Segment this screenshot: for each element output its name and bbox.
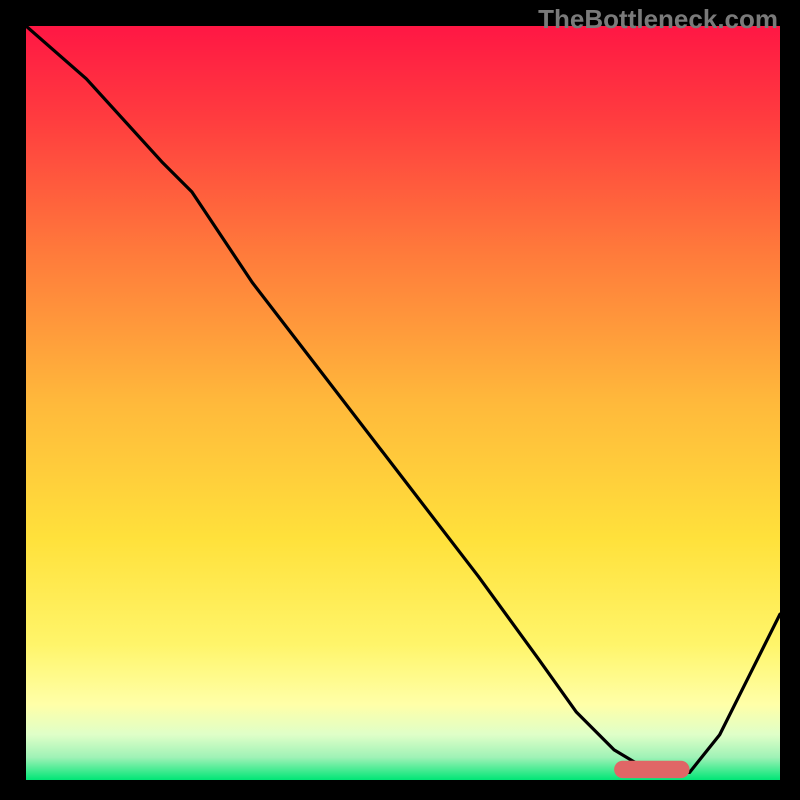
watermark-text: TheBottleneck.com <box>538 4 778 35</box>
bottleneck-chart <box>26 26 780 780</box>
chart-frame <box>26 26 780 780</box>
optimal-range-marker <box>614 761 689 778</box>
